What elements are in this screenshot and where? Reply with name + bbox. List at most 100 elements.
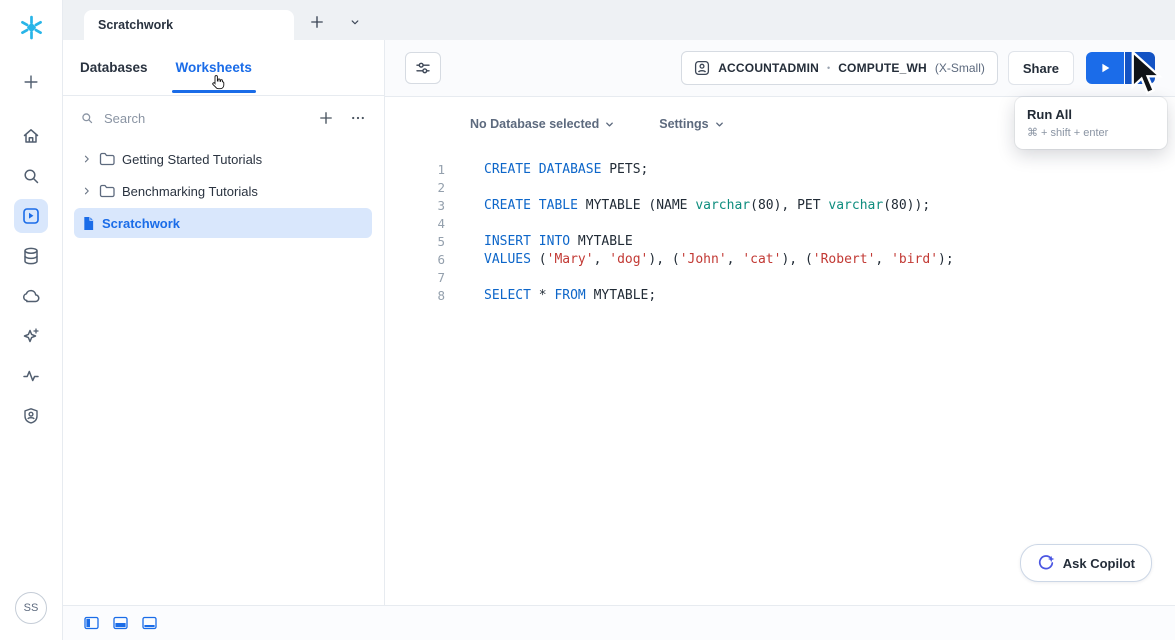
panel-left-icon[interactable] [84, 616, 99, 630]
shield-person-icon [21, 406, 41, 426]
search-input[interactable] [102, 110, 310, 127]
tree-item-label: Benchmarking Tutorials [122, 184, 258, 199]
tab-worksheets[interactable]: Worksheets [176, 60, 252, 75]
tree-item-folder[interactable]: Benchmarking Tutorials [74, 176, 372, 206]
user-avatar[interactable]: SS [15, 592, 47, 624]
chevron-right-icon [82, 154, 92, 164]
nav-projects-button[interactable] [14, 199, 48, 233]
cloud-icon [21, 286, 41, 306]
avatar-initials: SS [24, 602, 39, 614]
code-text[interactable]: CREATE DATABASE PETS; [484, 161, 648, 179]
left-nav-rail: SS [0, 0, 63, 640]
run-options-menu: Run All ⌘ + shift + enter [1015, 97, 1167, 149]
worksheet-header: ACCOUNTADMIN • COMPUTE_WH (X-Small) Shar… [385, 40, 1175, 97]
worksheet-tab-scratchwork[interactable]: Scratchwork [84, 10, 294, 40]
panel-bottom-icon[interactable] [113, 616, 128, 630]
run-all-shortcut: ⌘ + shift + enter [1027, 126, 1155, 139]
play-icon [1098, 61, 1112, 75]
settings-dropdown[interactable]: Settings [659, 117, 724, 131]
nav-marketplace-button[interactable] [14, 279, 48, 313]
ai-sparkle-icon [21, 326, 41, 346]
worksheet-tab-strip: Scratchwork [62, 0, 1175, 40]
nav-activity-button[interactable] [14, 359, 48, 393]
tab-worksheets-label: Worksheets [176, 60, 252, 75]
worksheet-tree: Getting Started Tutorials Benchmarking T… [62, 140, 384, 238]
sidebar-panel: Databases Worksheets [62, 40, 385, 606]
share-button[interactable]: Share [1008, 51, 1074, 85]
warehouse-label: COMPUTE_WH [838, 61, 927, 75]
sql-editor[interactable]: 1 CREATE DATABASE PETS; 23 CREATE TABLE MYT… [385, 151, 1175, 305]
plus-icon [22, 73, 40, 91]
settings-label: Settings [659, 117, 708, 131]
run-button[interactable] [1086, 52, 1124, 84]
line-number: 7 [385, 269, 467, 287]
chevron-down-icon [1134, 62, 1147, 75]
code-line[interactable]: 7 [385, 269, 1175, 287]
code-text[interactable]: SELECT * FROM MYTABLE; [484, 287, 656, 305]
filters-button[interactable] [405, 52, 441, 84]
add-worksheet-button[interactable] [318, 110, 334, 126]
sidebar-tabs: Databases Worksheets [62, 40, 384, 96]
chevron-down-icon [348, 15, 362, 29]
tab-databases-label: Databases [80, 60, 148, 75]
run-options-button[interactable] [1125, 52, 1155, 84]
projects-icon [21, 206, 41, 226]
share-label: Share [1023, 61, 1059, 76]
sliders-icon [415, 60, 431, 76]
nav-search-button[interactable] [14, 159, 48, 193]
folder-icon [99, 152, 115, 166]
copilot-icon [1037, 554, 1055, 572]
code-text[interactable]: INSERT INTO MYTABLE [484, 233, 633, 251]
bottom-bar: ? [62, 605, 1175, 640]
code-text[interactable]: CREATE TABLE MYTABLE (NAME varchar(80), … [484, 197, 930, 215]
tree-item-label: Scratchwork [102, 216, 180, 231]
menu-item-run-all[interactable]: Run All [1027, 107, 1155, 122]
sidebar-search-row [62, 96, 384, 140]
search-icon [80, 111, 94, 125]
code-lines: 1 CREATE DATABASE PETS; 23 CREATE TABLE MYT… [385, 161, 1175, 305]
code-line[interactable]: 6 VALUES ('Mary', 'dog'), ('John', 'cat')… [385, 251, 1175, 269]
tree-item-folder[interactable]: Getting Started Tutorials [74, 144, 372, 174]
code-line[interactable]: 1 CREATE DATABASE PETS; [385, 161, 1175, 179]
line-number: 2 [385, 179, 467, 197]
code-line[interactable]: 8SELECT * FROM MYTABLE; [385, 287, 1175, 305]
folder-icon [99, 184, 115, 198]
line-number: 4 [385, 215, 467, 233]
tab-list-button[interactable] [340, 7, 370, 37]
code-line[interactable]: 5INSERT INTO MYTABLE [385, 233, 1175, 251]
nav-data-button[interactable] [14, 239, 48, 273]
tree-item-label: Getting Started Tutorials [122, 152, 262, 167]
code-line[interactable]: 4 [385, 215, 1175, 233]
home-icon [21, 126, 41, 146]
database-selector-label: No Database selected [470, 117, 599, 131]
snowflake-logo-icon [18, 14, 45, 41]
nav-home-button[interactable] [14, 119, 48, 153]
run-button-group [1086, 52, 1155, 84]
more-options-button[interactable] [350, 110, 366, 126]
code-line[interactable]: 2 [385, 179, 1175, 197]
tree-item-worksheet-selected[interactable]: Scratchwork [74, 208, 372, 238]
tab-databases[interactable]: Databases [80, 60, 148, 75]
activity-icon [21, 366, 41, 386]
separator-dot: • [827, 63, 830, 73]
chevron-down-icon [714, 119, 725, 130]
plus-icon [309, 14, 325, 30]
code-text[interactable]: VALUES ('Mary', 'dog'), ('John', 'cat'),… [484, 251, 954, 269]
panel-collapse-icon[interactable] [142, 616, 157, 630]
code-line[interactable]: 3 CREATE TABLE MYTABLE (NAME varchar(80),… [385, 197, 1175, 215]
line-number: 3 [385, 197, 467, 215]
ask-copilot-button[interactable]: Ask Copilot [1020, 544, 1152, 582]
new-tab-button[interactable] [302, 7, 332, 37]
context-selector[interactable]: ACCOUNTADMIN • COMPUTE_WH (X-Small) [681, 51, 998, 85]
database-selector[interactable]: No Database selected [470, 117, 615, 131]
line-number: 1 [385, 161, 467, 179]
nav-ai-button[interactable] [14, 319, 48, 353]
role-label: ACCOUNTADMIN [718, 61, 819, 75]
database-icon [21, 246, 41, 266]
chevron-right-icon [82, 186, 92, 196]
new-item-button[interactable] [14, 65, 48, 99]
warehouse-size-label: (X-Small) [935, 61, 985, 75]
line-number: 6 [385, 251, 467, 269]
worksheet-file-icon [82, 216, 95, 231]
nav-governance-button[interactable] [14, 399, 48, 433]
